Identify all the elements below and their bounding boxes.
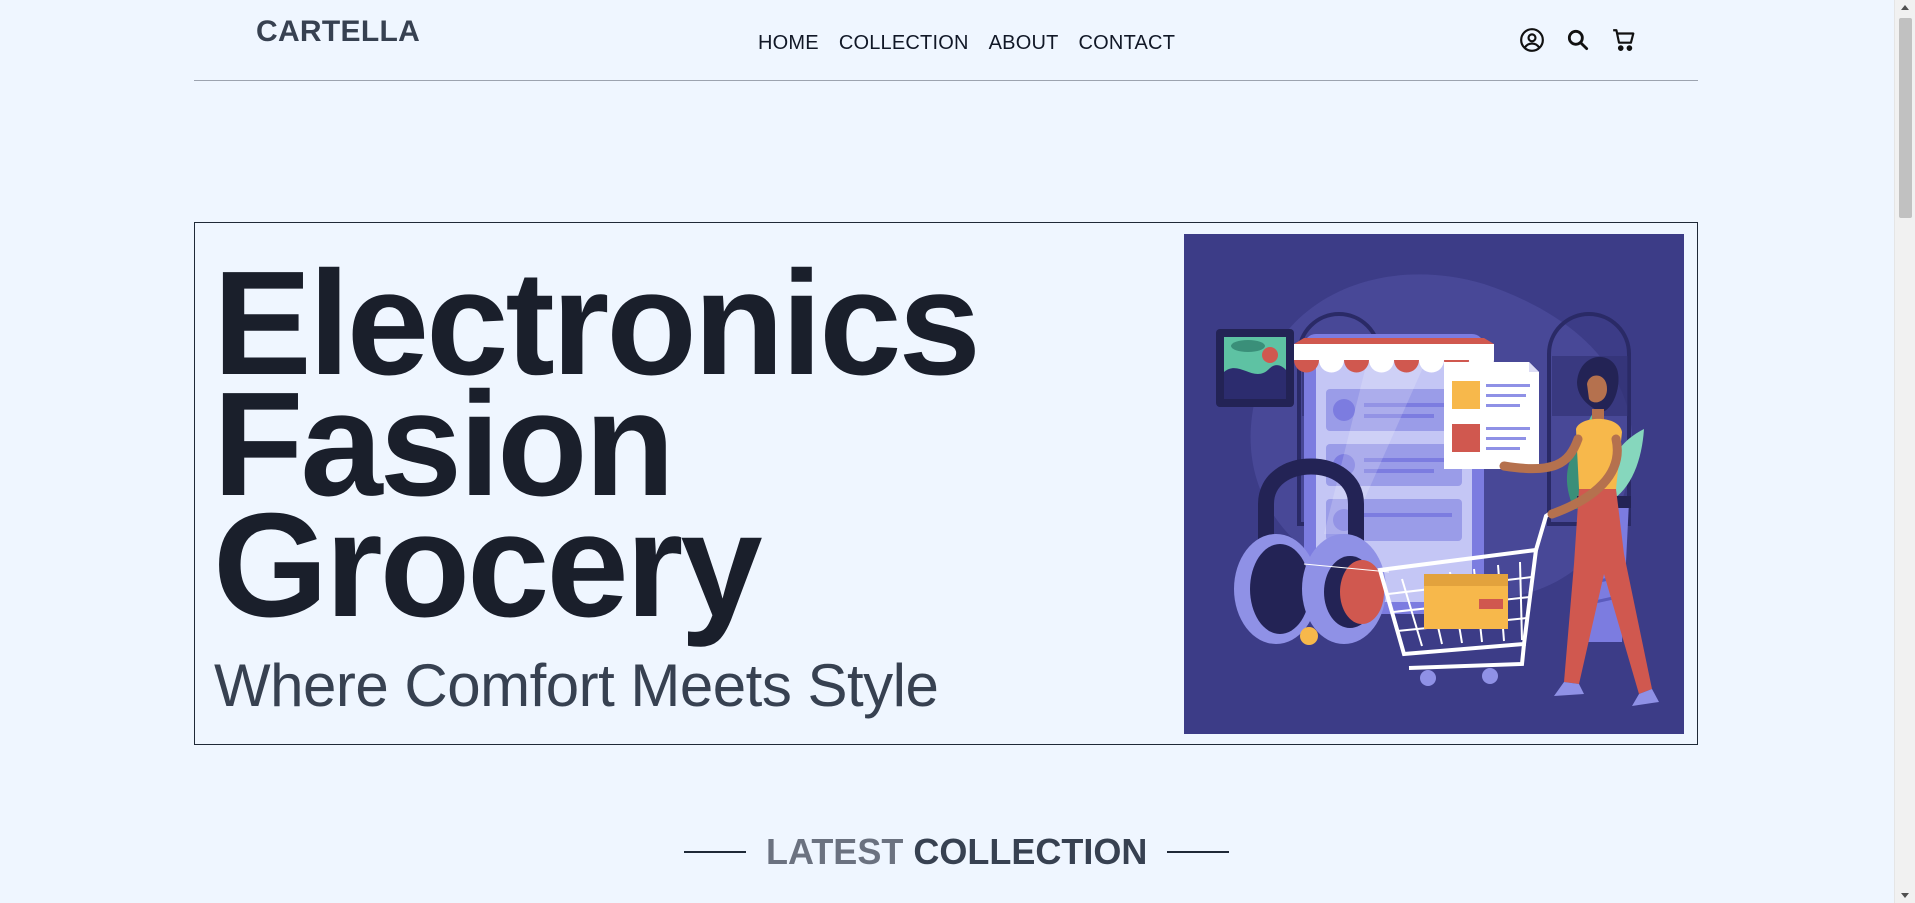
cart-icon[interactable] (1611, 27, 1637, 53)
main-nav: HOME COLLECTION ABOUT CONTACT (758, 32, 1175, 55)
nav-home[interactable]: HOME (758, 32, 819, 55)
section-heading-part1: LATEST (766, 831, 904, 872)
scroll-up-arrow-icon[interactable] (1901, 5, 1909, 10)
scrollbar-thumb[interactable] (1899, 18, 1912, 218)
hero-heading: Electronics Fasion Grocery (213, 250, 981, 648)
hero-heading-line: Grocery (213, 483, 763, 648)
hero-banner: Electronics Fasion Grocery Where Comfort… (194, 222, 1698, 745)
shopping-illustration (1184, 234, 1684, 734)
search-icon[interactable] (1565, 27, 1591, 53)
header-icons (1519, 27, 1637, 53)
site-header: CARTELLA HOME COLLECTION ABOUT CONTACT (194, 0, 1698, 81)
nav-about[interactable]: ABOUT (989, 32, 1059, 55)
nav-contact[interactable]: CONTACT (1079, 32, 1176, 55)
title-divider-right (1167, 851, 1230, 853)
user-icon[interactable] (1519, 27, 1545, 53)
nav-collection[interactable]: COLLECTION (839, 32, 969, 55)
title-divider-left (684, 851, 746, 853)
latest-collection-title: LATEST COLLECTION (684, 830, 1230, 874)
section-heading-part2: COLLECTION (913, 831, 1148, 872)
section-heading: LATEST COLLECTION (766, 831, 1147, 873)
scroll-down-arrow-icon[interactable] (1901, 893, 1909, 898)
hero-subheading: Where Comfort Meets Style (214, 652, 939, 719)
logo[interactable]: CARTELLA (256, 15, 420, 49)
vertical-scrollbar[interactable] (1894, 0, 1915, 903)
